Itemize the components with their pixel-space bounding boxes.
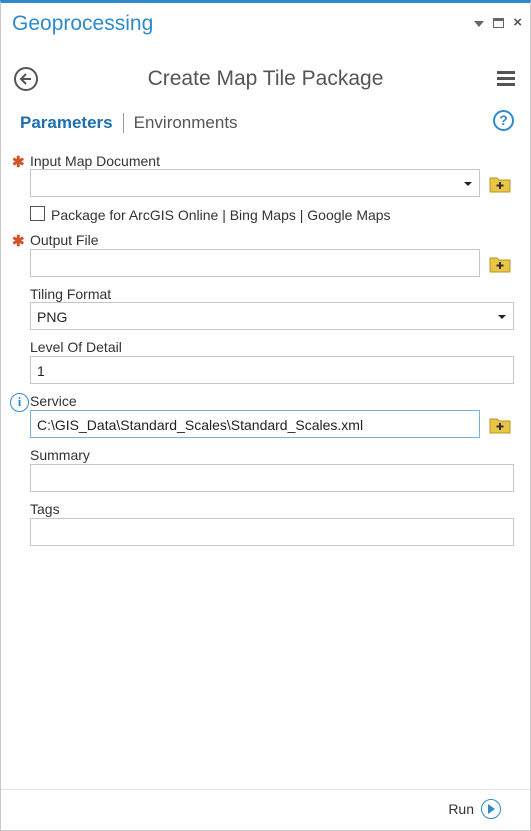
tags-label: Tags — [30, 501, 60, 517]
package-for-online-label: Package for ArcGIS Online | Bing Maps | … — [51, 207, 391, 223]
summary-label: Summary — [30, 447, 90, 463]
tiling-format-value: PNG — [37, 309, 68, 325]
run-label: Run — [448, 801, 474, 817]
required-indicator: ✱ — [12, 233, 25, 250]
output-file-input[interactable] — [30, 249, 480, 277]
tab-divider — [122, 113, 124, 133]
help-icon[interactable]: ? — [493, 110, 514, 131]
service-input[interactable]: C:\GIS_Data\Standard_Scales\Standard_Sca… — [30, 410, 480, 438]
level-of-detail-input[interactable]: 1 — [30, 356, 514, 384]
pane-controls: × — [474, 15, 522, 30]
package-for-online-checkbox[interactable] — [30, 206, 45, 221]
dropdown-icon[interactable] — [474, 21, 485, 27]
pane-header: Geoprocessing × — [1, 3, 530, 49]
hamburger-menu-icon[interactable] — [497, 71, 515, 87]
run-play-icon — [481, 799, 501, 819]
tiling-format-dropdown[interactable]: PNG — [30, 302, 514, 330]
summary-input[interactable] — [30, 464, 514, 492]
required-indicator: ✱ — [12, 154, 25, 171]
tab-parameters[interactable]: Parameters — [20, 113, 113, 133]
tags-input[interactable] — [30, 518, 514, 546]
service-label: Service — [30, 393, 77, 409]
tiling-format-label: Tiling Format — [30, 286, 112, 302]
input-map-document-label: Input Map Document — [30, 153, 160, 169]
maximize-icon[interactable] — [493, 17, 505, 28]
browse-folder-icon[interactable] — [489, 414, 511, 434]
input-map-document-dropdown[interactable] — [30, 169, 480, 197]
output-file-label: Output File — [30, 232, 99, 248]
chevron-down-icon — [498, 315, 506, 319]
close-icon[interactable]: × — [513, 15, 522, 30]
pane-footer: Run — [1, 789, 530, 831]
tool-title: Create Map Tile Package — [147, 67, 384, 90]
pane-title: Geoprocessing — [12, 12, 154, 35]
browse-folder-icon[interactable] — [489, 253, 511, 273]
level-of-detail-label: Level Of Detail — [30, 339, 122, 355]
tab-bar: Parameters Environments — [20, 111, 238, 135]
browse-folder-icon[interactable] — [489, 173, 511, 193]
geoprocessing-pane: Geoprocessing × Create Map Tile Package … — [0, 0, 531, 831]
tool-header: Create Map Tile Package — [1, 61, 530, 101]
chevron-down-icon — [464, 182, 472, 186]
tab-environments[interactable]: Environments — [134, 113, 238, 133]
info-icon[interactable]: i — [10, 393, 29, 412]
run-button[interactable]: Run — [448, 799, 501, 819]
